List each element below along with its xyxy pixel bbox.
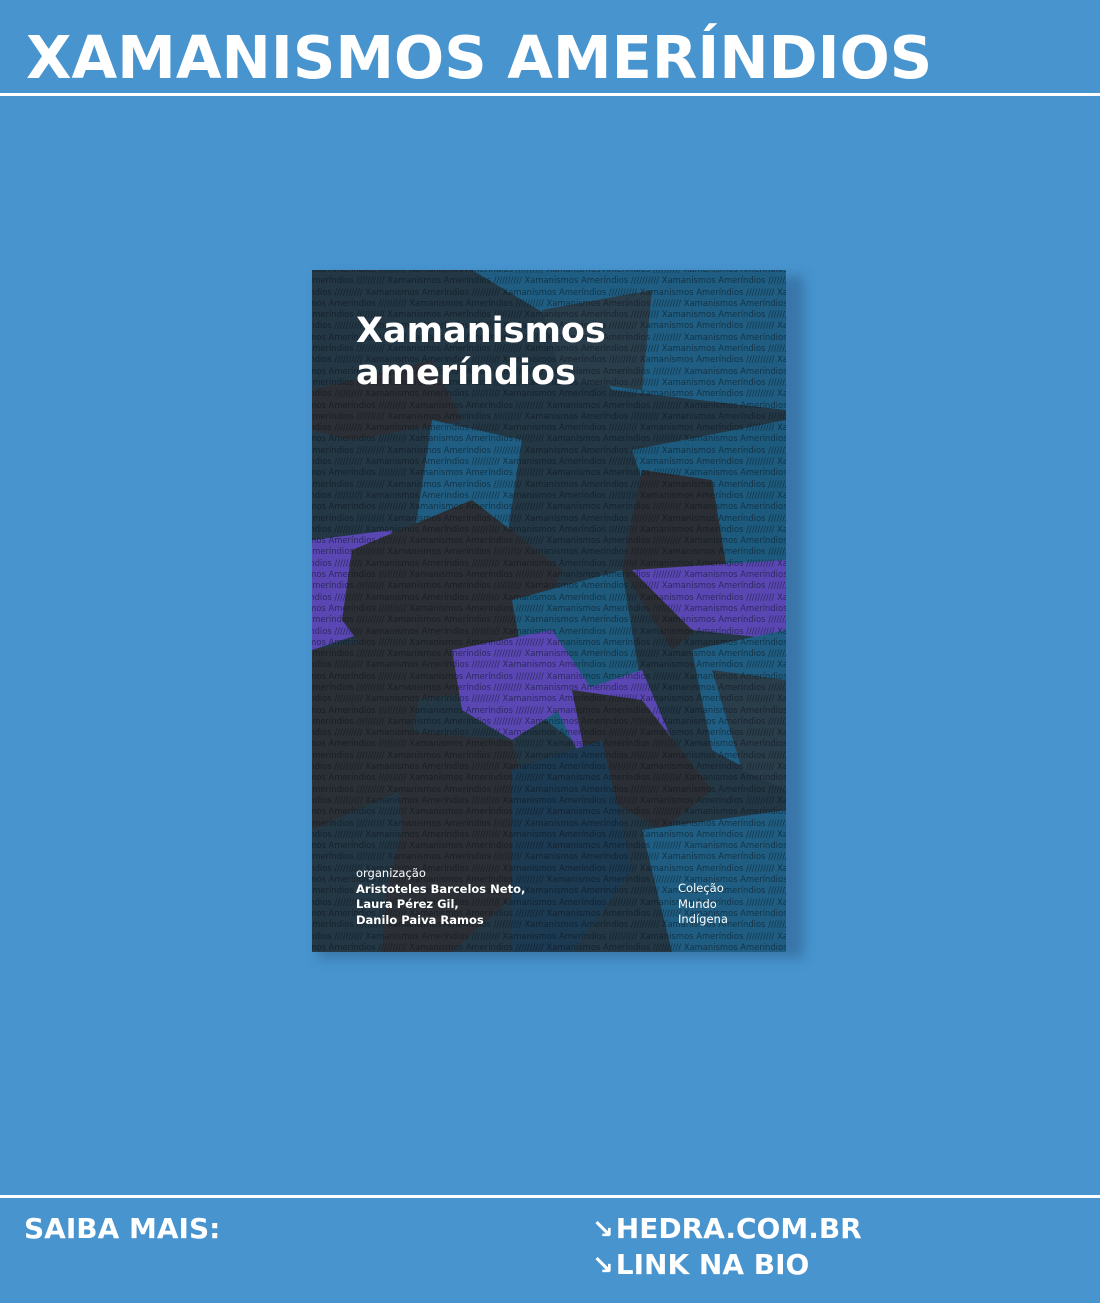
pattern-row: Xamanismos Ameríndios ////////// Xamanis… — [312, 941, 786, 952]
pattern-row: Xamanismos Ameríndios ////////// Xamanis… — [312, 489, 786, 500]
organizer-name: Laura Pérez Gil, — [356, 897, 459, 911]
organizer-name: Aristoteles Barcelos Neto, — [356, 881, 526, 896]
pattern-row: Xamanismos Ameríndios ////////// Xamanis… — [312, 738, 786, 749]
pattern-row: Xamanismos Ameríndios ////////// Xamanis… — [312, 297, 786, 308]
arrow-down-right-icon: ↘ — [592, 1215, 614, 1245]
pattern-row: Xamanismos Ameríndios ////////// Xamanis… — [312, 727, 786, 738]
cover-title-line-1: Xamanismos — [356, 311, 606, 351]
page-title: XAMANISMOS AMERÍNDIOS — [26, 23, 933, 92]
pattern-row: Xamanismos Ameríndios ////////// Xamanis… — [312, 456, 786, 467]
pattern-row: Xamanismos Ameríndios ////////// Xamanis… — [312, 636, 786, 647]
pattern-row: Xamanismos Ameríndios ////////// Xamanis… — [312, 930, 786, 941]
hedra-link-text: HEDRA.COM.BR — [615, 1212, 862, 1245]
pattern-row: Xamanismos Ameríndios ////////// Xamanis… — [312, 715, 786, 726]
organizer-name: Danilo Paiva Ramos — [356, 912, 484, 927]
pattern-row: Xamanismos Ameríndios ////////// Xamanis… — [312, 614, 786, 625]
pattern-row: Xamanismos Ameríndios ////////// Xamanis… — [312, 704, 786, 715]
pattern-row: Xamanismos Ameríndios ////////// Xamanis… — [312, 794, 786, 805]
saiba-mais-label: SAIBA MAIS: — [24, 1212, 221, 1245]
hedra-link[interactable]: ↘HEDRA.COM.BR — [592, 1212, 862, 1245]
cover-title: Xamanismos ameríndios — [356, 310, 606, 394]
link-na-bio[interactable]: ↘LINK NA BIO — [592, 1248, 809, 1281]
pattern-row: Xamanismos Ameríndios ////////// Xamanis… — [312, 772, 786, 783]
pattern-row: Xamanismos Ameríndios ////////// Xamanis… — [312, 591, 786, 602]
pattern-row: Xamanismos Ameríndios ////////// Xamanis… — [312, 512, 786, 523]
pattern-row: Xamanismos Ameríndios ////////// Xamanis… — [312, 546, 786, 557]
pattern-row: Xamanismos Ameríndios ////////// Xamanis… — [312, 557, 786, 568]
pattern-row: Xamanismos Ameríndios ////////// Xamanis… — [312, 399, 786, 410]
pattern-row: Xamanismos Ameríndios ////////// Xamanis… — [312, 535, 786, 546]
book-cover[interactable]: Xamanismos Ameríndios ////////// Xamanis… — [312, 270, 786, 952]
organizers-block: organização Aristoteles Barcelos Neto, L… — [356, 866, 525, 928]
pattern-row: Xamanismos Ameríndios ////////// Xamanis… — [312, 275, 786, 286]
cover-title-line-2: ameríndios — [356, 353, 576, 393]
pattern-row: Xamanismos Ameríndios ////////// Xamanis… — [312, 806, 786, 817]
pattern-row: Xamanismos Ameríndios ////////// Xamanis… — [312, 817, 786, 828]
pattern-row: Xamanismos Ameríndios ////////// Xamanis… — [312, 851, 786, 862]
pattern-row: Xamanismos Ameríndios ////////// Xamanis… — [312, 828, 786, 839]
arrow-down-right-icon: ↘ — [592, 1251, 614, 1281]
pattern-row: Xamanismos Ameríndios ////////// Xamanis… — [312, 840, 786, 851]
pattern-row: Xamanismos Ameríndios ////////// Xamanis… — [312, 580, 786, 591]
pattern-row: Xamanismos Ameríndios ////////// Xamanis… — [312, 410, 786, 421]
pattern-row: Xamanismos Ameríndios ////////// Xamanis… — [312, 761, 786, 772]
pattern-row: Xamanismos Ameríndios ////////// Xamanis… — [312, 286, 786, 297]
collection-line: Indígena — [678, 912, 728, 926]
collection-line: Coleção — [678, 881, 724, 895]
pattern-row: Xamanismos Ameríndios ////////// Xamanis… — [312, 467, 786, 478]
pattern-row: Xamanismos Ameríndios ////////// Xamanis… — [312, 523, 786, 534]
header-divider — [0, 93, 1100, 96]
pattern-row: Xamanismos Ameríndios ////////// Xamanis… — [312, 659, 786, 670]
pattern-row: Xamanismos Ameríndios ////////// Xamanis… — [312, 749, 786, 760]
pattern-row: Xamanismos Ameríndios ////////// Xamanis… — [312, 670, 786, 681]
pattern-row: Xamanismos Ameríndios ////////// Xamanis… — [312, 625, 786, 636]
collection-name: Coleção Mundo Indígena — [678, 881, 728, 928]
pattern-row: Xamanismos Ameríndios ////////// Xamanis… — [312, 602, 786, 613]
pattern-row: Xamanismos Ameríndios ////////// Xamanis… — [312, 693, 786, 704]
collection-line: Mundo — [678, 896, 717, 911]
pattern-row: Xamanismos Ameríndios ////////// Xamanis… — [312, 681, 786, 692]
link-na-bio-text: LINK NA BIO — [615, 1248, 810, 1281]
pattern-row: Xamanismos Ameríndios ////////// Xamanis… — [312, 501, 786, 512]
footer-divider — [0, 1195, 1100, 1198]
pattern-row: Xamanismos Ameríndios ////////// Xamanis… — [312, 422, 786, 433]
pattern-row: Xamanismos Ameríndios ////////// Xamanis… — [312, 478, 786, 489]
pattern-row: Xamanismos Ameríndios ////////// Xamanis… — [312, 648, 786, 659]
pattern-row: Xamanismos Ameríndios ////////// Xamanis… — [312, 783, 786, 794]
pattern-row: Xamanismos Ameríndios ////////// Xamanis… — [312, 444, 786, 455]
pattern-row: Xamanismos Ameríndios ////////// Xamanis… — [312, 433, 786, 444]
pattern-row: Xamanismos Ameríndios ////////// Xamanis… — [312, 569, 786, 580]
organization-label: organização — [356, 866, 426, 880]
